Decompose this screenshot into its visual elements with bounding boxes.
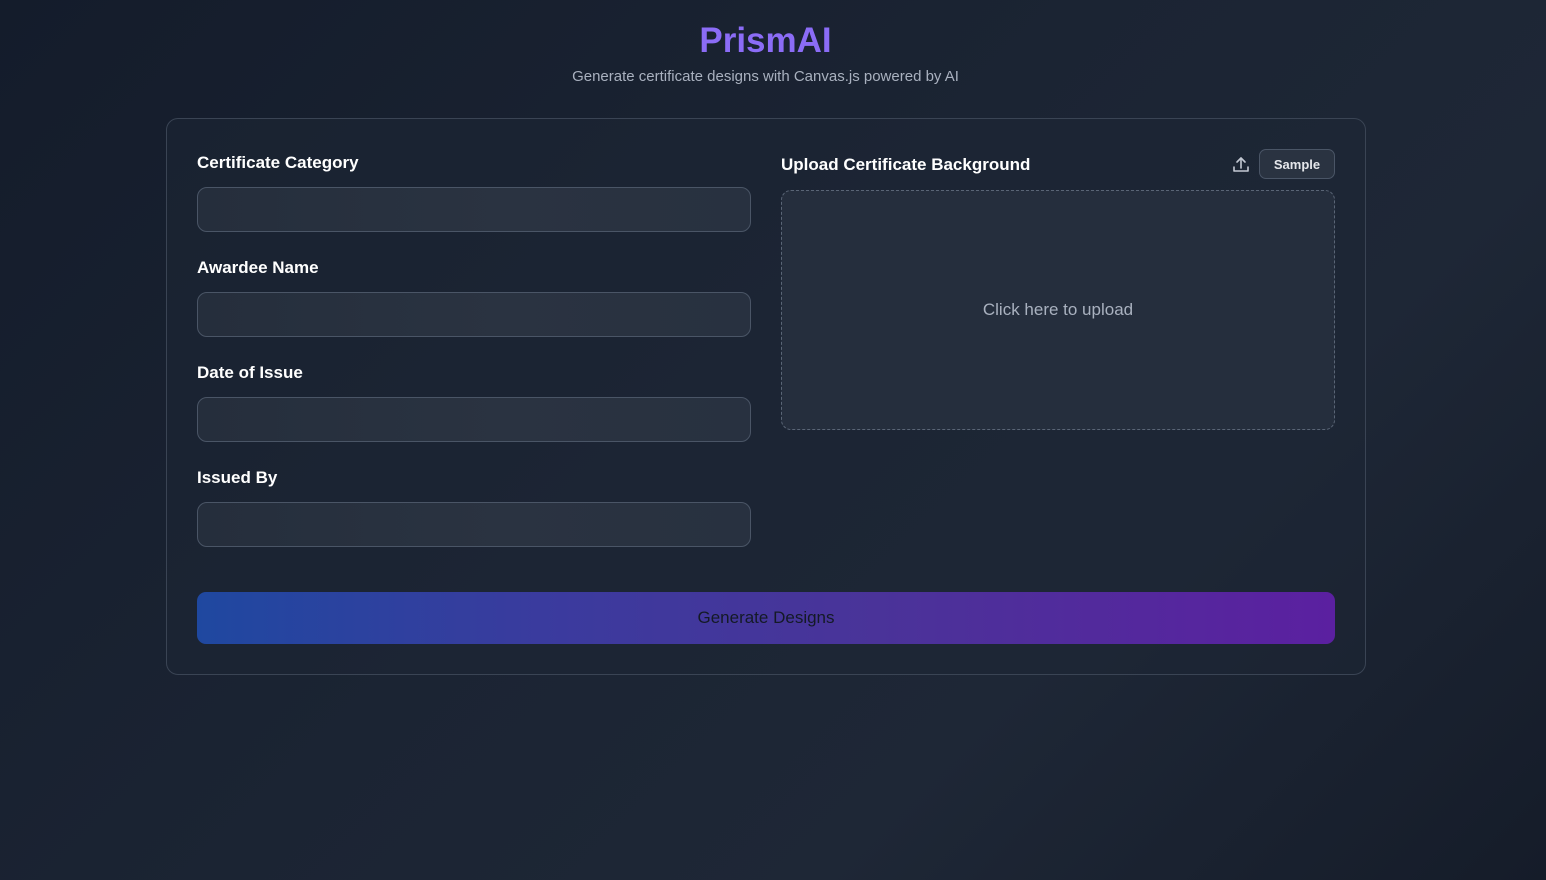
upload-dropzone[interactable]: Click here to upload <box>781 190 1335 430</box>
issued-by-label: Issued By <box>197 468 278 487</box>
certificate-category-label: Certificate Category <box>197 153 359 172</box>
certificate-form-card: Certificate Category Awardee Name Date o… <box>166 118 1366 675</box>
sample-button[interactable]: Sample <box>1259 149 1335 179</box>
generate-designs-button[interactable]: Generate Designs <box>197 592 1335 644</box>
upload-hint: Click here to upload <box>982 300 1134 319</box>
awardee-name-input[interactable] <box>197 292 751 337</box>
upload-background-label: Upload Certificate Background <box>781 155 1031 174</box>
app-subtitle: Generate certificate designs with Canvas… <box>572 68 959 85</box>
upload-icon[interactable] <box>1231 155 1251 175</box>
app-title: PrismAI <box>699 21 832 60</box>
certificate-category-input[interactable] <box>197 187 751 232</box>
issued-by-input[interactable] <box>197 502 751 547</box>
date-of-issue-input[interactable] <box>197 397 751 442</box>
header: PrismAI Generate certificate designs wit… <box>0 20 1531 86</box>
awardee-name-label: Awardee Name <box>197 258 319 277</box>
date-of-issue-label: Date of Issue <box>197 363 303 382</box>
